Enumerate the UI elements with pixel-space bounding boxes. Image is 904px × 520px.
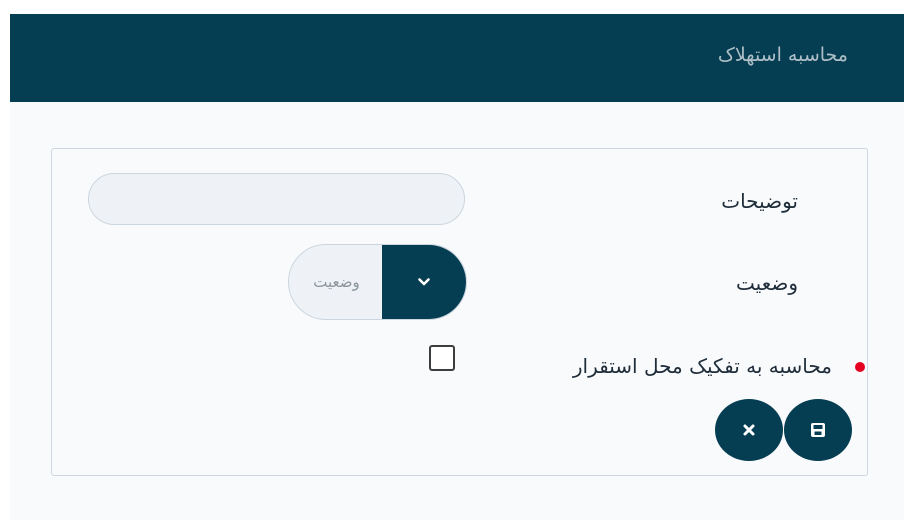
page-title: محاسبه استهلاک (717, 44, 848, 66)
save-button[interactable] (784, 399, 852, 461)
separate-by-location-label: محاسبه به تفکیک محل استقرار (572, 354, 832, 378)
description-label: توضیحات (721, 189, 798, 213)
form-panel: توضیحات وضعیت وضعیت محاسبه به تفکیک محل … (51, 148, 868, 476)
page-header: محاسبه استهلاک (10, 14, 904, 102)
status-label: وضعیت (736, 271, 798, 295)
chevron-down-icon (418, 278, 430, 286)
close-icon (743, 424, 755, 436)
status-select[interactable]: وضعیت (288, 244, 467, 320)
status-placeholder: وضعیت (313, 273, 360, 291)
save-icon (811, 423, 825, 437)
required-indicator (855, 362, 865, 372)
status-dropdown-button[interactable] (382, 245, 466, 319)
separate-by-location-checkbox[interactable] (429, 345, 455, 371)
description-input[interactable] (88, 173, 465, 225)
cancel-button[interactable] (715, 399, 783, 461)
